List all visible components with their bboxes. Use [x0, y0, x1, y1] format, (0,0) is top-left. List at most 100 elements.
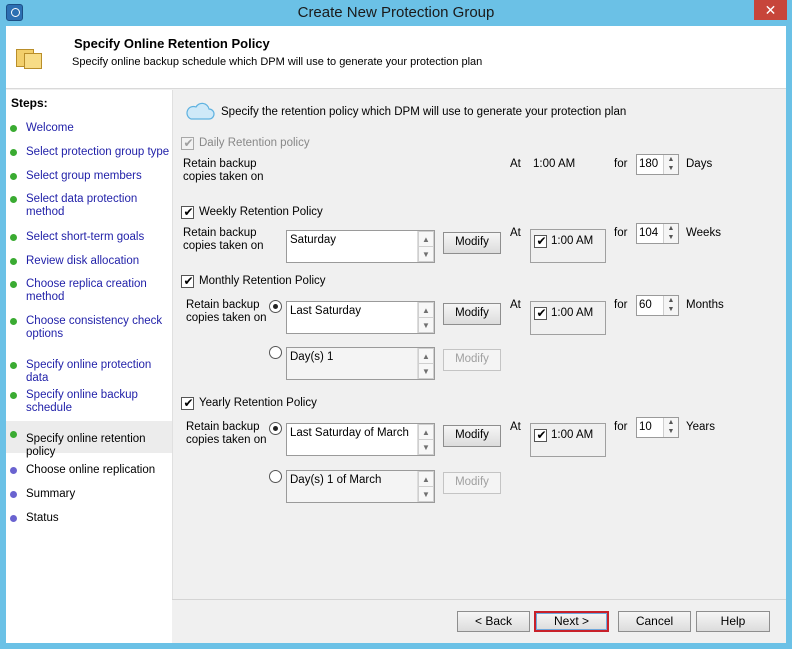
monthly-modify2-button[interactable]: Modify: [443, 349, 501, 371]
step-label: Specify online protection data: [26, 359, 152, 384]
weekly-for-label: for: [614, 227, 628, 239]
monthly-modify-button[interactable]: Modify: [443, 303, 501, 325]
scroll-down-icon[interactable]: ▼: [418, 317, 434, 333]
step-select-short-term-goals[interactable]: Select short-term goals: [6, 231, 172, 247]
yearly-time-box: ✔ 1:00 AM: [530, 423, 606, 457]
spin-down-icon[interactable]: ▼: [664, 427, 678, 436]
yearly-option1-radio[interactable]: [269, 422, 282, 435]
weekly-modify-button[interactable]: Modify: [443, 232, 501, 254]
wizard-pages-icon: [16, 46, 43, 70]
yearly-option2-radio[interactable]: [269, 470, 282, 483]
step-welcome[interactable]: Welcome: [6, 122, 172, 138]
scroll-down-icon[interactable]: ▼: [418, 486, 434, 502]
weekly-policy-label: Weekly Retention Policy: [199, 206, 323, 218]
weekly-policy-checkbox[interactable]: ✔: [181, 205, 194, 219]
weekly-day-value: Saturday: [290, 234, 337, 246]
yearly-option1-list[interactable]: Last Saturday of March ▲ ▼: [286, 423, 435, 456]
cancel-button[interactable]: Cancel: [618, 611, 691, 632]
step-done-icon: [10, 196, 17, 203]
monthly-time-box: ✔ 1:00 AM: [530, 301, 606, 335]
yearly-modify2-button[interactable]: Modify: [443, 472, 501, 494]
intro-text: Specify the retention policy which DPM w…: [221, 106, 627, 118]
weekly-time-checkbox[interactable]: ✔: [534, 234, 547, 248]
step-choose-consistency-check-options[interactable]: Choose consistency check options: [6, 315, 172, 343]
scroll-up-icon[interactable]: ▲: [418, 424, 434, 440]
monthly-count-value: 60: [639, 299, 652, 311]
scroll-up-icon[interactable]: ▲: [418, 471, 434, 487]
daily-count-value: 180: [639, 158, 659, 170]
yearly-policy-checkbox[interactable]: ✔: [181, 396, 194, 410]
check-icon: ✔: [183, 274, 194, 288]
page-subtitle: Specify online backup schedule which DPM…: [72, 56, 483, 68]
monthly-option2-radio[interactable]: [269, 346, 282, 359]
step-select-data-protection-method[interactable]: Select data protection method: [6, 193, 172, 221]
daily-retain-label: Retain backup copies taken on: [183, 158, 264, 183]
yearly-count-stepper[interactable]: 10 ▲ ▼: [636, 417, 679, 438]
spin-up-icon[interactable]: ▲: [664, 224, 678, 233]
step-review-disk-allocation[interactable]: Review disk allocation: [6, 255, 172, 271]
spin-down-icon[interactable]: ▼: [664, 164, 678, 173]
check-icon: ✔: [536, 428, 547, 442]
next-button[interactable]: Next >: [534, 611, 609, 632]
spin-down-icon[interactable]: ▼: [664, 305, 678, 314]
step-current-icon: [10, 431, 17, 438]
scroll-up-icon[interactable]: ▲: [418, 302, 434, 318]
step-status[interactable]: Status: [6, 512, 172, 528]
step-choose-replica-creation-method[interactable]: Choose replica creation method: [6, 278, 172, 306]
scroll-down-icon[interactable]: ▼: [418, 439, 434, 455]
scroll-down-icon[interactable]: ▼: [418, 246, 434, 262]
daily-time: 1:00 AM: [533, 158, 576, 170]
monthly-policy-label: Monthly Retention Policy: [199, 275, 326, 287]
step-done-icon: [10, 318, 17, 325]
monthly-option2-value: Day(s) 1: [290, 351, 334, 363]
spin-up-icon[interactable]: ▲: [664, 418, 678, 427]
monthly-option1-radio[interactable]: [269, 300, 282, 313]
yearly-time-checkbox[interactable]: ✔: [534, 428, 547, 442]
step-done-icon: [10, 234, 17, 241]
step-choose-online-replication[interactable]: Choose online replication: [6, 464, 172, 480]
step-label: Review disk allocation: [26, 255, 140, 267]
step-label: Welcome: [26, 122, 74, 134]
check-icon: ✔: [536, 234, 547, 248]
daily-count-stepper[interactable]: 180 ▲ ▼: [636, 154, 679, 175]
step-label: Select group members: [26, 170, 142, 182]
monthly-time-checkbox[interactable]: ✔: [534, 306, 547, 320]
step-specify-online-backup-schedule[interactable]: Specify online backup schedule: [6, 389, 172, 417]
yearly-modify-button[interactable]: Modify: [443, 425, 501, 447]
scroll-up-icon[interactable]: ▲: [418, 348, 434, 364]
scroll-down-icon[interactable]: ▼: [418, 363, 434, 379]
retention-panel: Specify the retention policy which DPM w…: [172, 90, 786, 599]
close-button[interactable]: ✕: [754, 0, 787, 20]
spin-down-icon[interactable]: ▼: [664, 233, 678, 242]
step-specify-online-protection-data[interactable]: Specify online protection data: [6, 359, 172, 384]
title-bar[interactable]: Create New Protection Group ✕: [0, 0, 792, 26]
step-done-icon: [10, 392, 17, 399]
step-summary[interactable]: Summary: [6, 488, 172, 504]
spin-up-icon[interactable]: ▲: [664, 296, 678, 305]
monthly-option1-list[interactable]: Last Saturday ▲ ▼: [286, 301, 435, 334]
monthly-count-stepper[interactable]: 60 ▲ ▼: [636, 295, 679, 316]
weekly-day-list[interactable]: Saturday ▲ ▼: [286, 230, 435, 263]
spin-up-icon[interactable]: ▲: [664, 155, 678, 164]
weekly-count-stepper[interactable]: 104 ▲ ▼: [636, 223, 679, 244]
yearly-policy-label: Yearly Retention Policy: [199, 397, 317, 409]
step-select-group-members[interactable]: Select group members: [6, 170, 172, 186]
check-icon: ✔: [183, 136, 194, 150]
back-button[interactable]: < Back: [457, 611, 530, 632]
step-label: Specify online retention policy: [26, 433, 146, 458]
yearly-option2-list[interactable]: Day(s) 1 of March ▲ ▼: [286, 470, 435, 503]
scroll-up-icon[interactable]: ▲: [418, 231, 434, 247]
monthly-option1-value: Last Saturday: [290, 305, 361, 317]
yearly-option2-value: Day(s) 1 of March: [290, 474, 382, 486]
daily-policy-checkbox[interactable]: ✔: [181, 136, 194, 150]
step-select-protection-group-type[interactable]: Select protection group type: [6, 146, 172, 162]
daily-unit: Days: [686, 158, 713, 170]
steps-title: Steps:: [11, 96, 48, 110]
help-button[interactable]: Help: [696, 611, 770, 632]
step-specify-online-retention-policy[interactable]: Specify online retention policy: [6, 421, 172, 458]
step-label: Select short-term goals: [26, 231, 145, 243]
monthly-option2-list[interactable]: Day(s) 1 ▲ ▼: [286, 347, 435, 380]
monthly-policy-checkbox[interactable]: ✔: [181, 274, 194, 288]
weekly-time: 1:00 AM: [551, 235, 594, 247]
step-label: Select protection group type: [26, 146, 170, 158]
